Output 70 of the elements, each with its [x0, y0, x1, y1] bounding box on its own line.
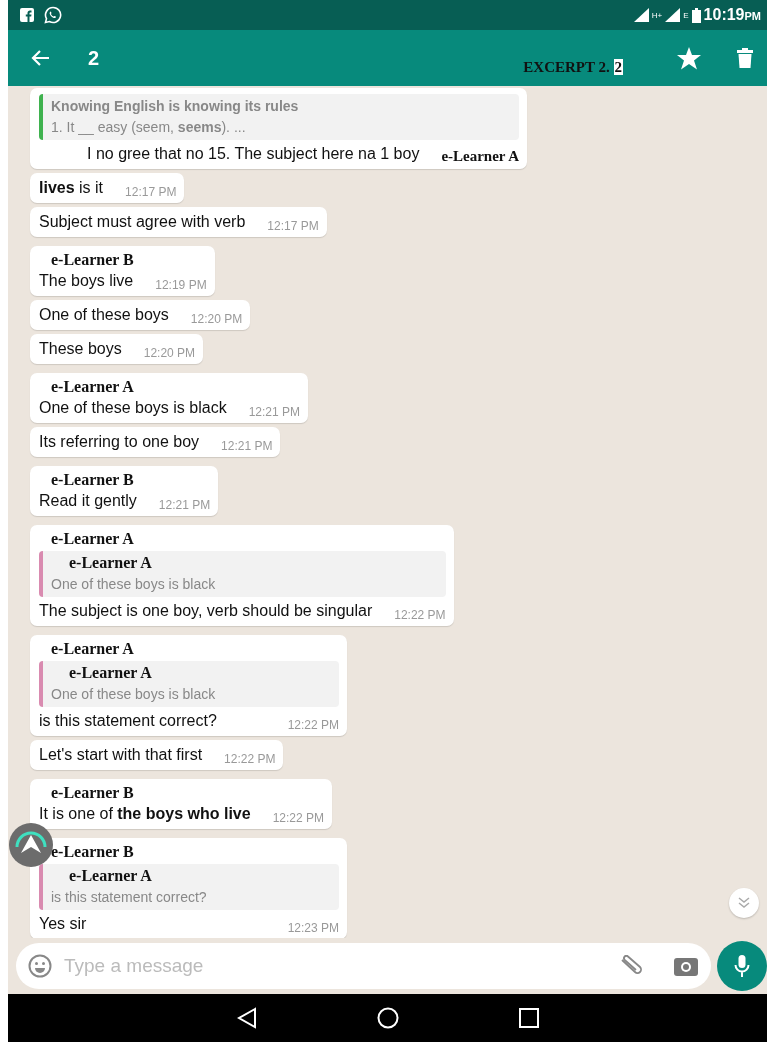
message-text: It is one of the boys who live: [39, 804, 251, 824]
signal-icon: [665, 8, 681, 22]
home-nav-button[interactable]: [376, 1007, 399, 1029]
quote-author: Knowing English is knowing its rules: [51, 98, 299, 114]
recents-nav-button[interactable]: [518, 1008, 539, 1028]
emoji-icon[interactable]: [28, 954, 52, 978]
quote-author: e-Learner A: [68, 555, 153, 571]
star-button[interactable]: [677, 46, 701, 70]
message-time: 12:23 PM: [287, 921, 339, 935]
message-text: Subject must agree with verb: [39, 212, 246, 232]
message-time: 12:20 PM: [143, 346, 196, 360]
message-time: 12:20 PM: [190, 312, 243, 326]
message-time: 12:21 PM: [221, 439, 273, 453]
delete-button[interactable]: [737, 48, 753, 68]
back-button[interactable]: [30, 49, 50, 67]
quoted-message[interactable]: e-Learner A One of these boys is black: [39, 661, 339, 707]
message-time: 12:22 PM: [287, 718, 339, 732]
battery-icon: [691, 7, 701, 23]
message-text: The boys live: [39, 271, 134, 291]
message-field[interactable]: Type a message: [16, 943, 711, 989]
message-time: 12:21 PM: [158, 498, 211, 512]
message-text: One of these boys: [39, 305, 169, 325]
message-text: lives is it: [39, 178, 104, 198]
quote-author: e-Learner A: [68, 868, 153, 884]
message-time: 12:21 PM: [248, 405, 301, 419]
sender-name: e-Learner B: [50, 842, 135, 862]
message-text: Its referring to one boy: [39, 432, 200, 452]
clock-time: 10:19PM: [703, 6, 761, 24]
quote-text: One of these boys is black: [51, 685, 216, 703]
facebook-icon: [20, 8, 34, 22]
message-text: Let's start with that first: [39, 745, 203, 765]
sender-name: e-Learner B: [50, 783, 135, 803]
message-input[interactable]: Type a message: [62, 954, 609, 978]
message-time: 12:17 PM: [125, 185, 177, 199]
sender-name: e-Learner B: [50, 250, 135, 270]
paperclip-icon[interactable]: [619, 955, 645, 977]
message-time: 12:22 PM: [224, 752, 276, 766]
sender-name: e-Learner A: [50, 639, 135, 659]
network-label: H+: [651, 10, 663, 20]
back-nav-button[interactable]: [236, 1007, 257, 1029]
message-time: 12:22 PM: [272, 811, 324, 825]
message-text: is this statement correct?: [39, 711, 217, 731]
camera-icon[interactable]: [673, 955, 699, 977]
sender-name: e-Learner A: [50, 529, 135, 549]
quote-text: 1. It __ easy (seem, seems). ...: [51, 118, 247, 136]
microphone-icon: [734, 954, 750, 978]
quote-text: is this statement correct?: [51, 888, 207, 906]
message-time: 12:17 PM: [267, 219, 319, 233]
message-text: These boys: [39, 339, 122, 359]
chevrons-down-icon: [737, 897, 751, 909]
microphone-button[interactable]: [717, 941, 767, 991]
sender-name: e-Learner A: [50, 377, 135, 397]
quoted-message[interactable]: e-Learner A One of these boys is black: [39, 551, 446, 597]
message-text: Read it gently: [39, 491, 137, 511]
excerpt-label: EXCERPT 2. 2: [523, 58, 623, 76]
annotation-label: e-Learner A: [441, 148, 519, 165]
message-text: Yes sir: [39, 914, 87, 934]
whatsapp-icon: [44, 6, 62, 24]
message-text: The subject is one boy, verb should be singular: [39, 601, 373, 621]
quote-author: e-Learner A: [68, 665, 153, 681]
quoted-message[interactable]: e-Learner A is this statement correct?: [39, 864, 339, 910]
message-text: One of these boys is black: [39, 398, 227, 418]
signal-icon: [633, 8, 649, 22]
network-label: E: [683, 10, 689, 20]
chat-title: 2: [88, 46, 100, 70]
message-time: 12:22 PM: [394, 608, 446, 622]
message-time: 12:19 PM: [155, 278, 207, 292]
quote-text: One of these boys is black: [51, 575, 216, 593]
message-text: I no gree that no 15. The subject here na 1 boy: [86, 144, 420, 164]
sender-name: e-Learner B: [50, 470, 135, 490]
